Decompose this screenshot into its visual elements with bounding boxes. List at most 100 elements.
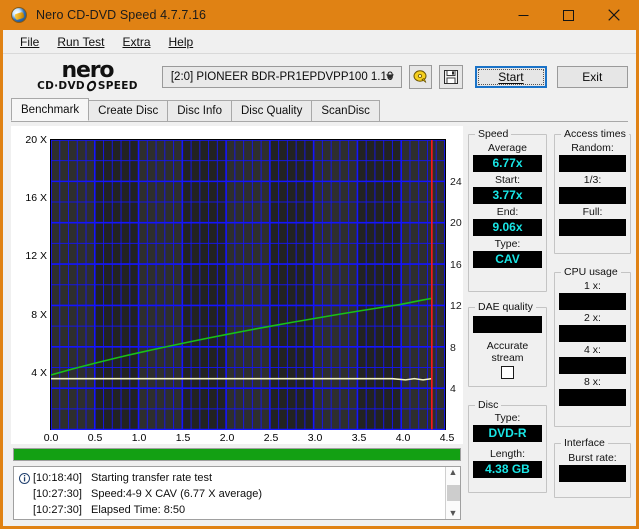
app-window: Nero CD-DVD Speed 4.7.7.16 File Run Test… xyxy=(0,0,639,529)
disc-eject-icon[interactable] xyxy=(408,64,433,89)
interface-group-legend: Interface xyxy=(561,437,608,449)
maximize-button[interactable] xyxy=(546,0,591,30)
close-button[interactable] xyxy=(591,0,636,30)
interface-group: Interface Burst rate: xyxy=(554,437,631,498)
scrollbar-thumb[interactable] xyxy=(446,485,460,501)
log-message: Elapsed Time: 8:50 xyxy=(91,504,186,516)
chart-x-tick: 1.0 xyxy=(131,432,147,444)
chart-x-tick: 4.5 xyxy=(439,432,455,444)
tab-scandisc[interactable]: ScanDisc xyxy=(311,100,380,121)
disc-type-label: Type: xyxy=(494,412,521,424)
tab-disc-info[interactable]: Disc Info xyxy=(167,100,232,121)
cpu-1x-label: 1 x: xyxy=(584,280,601,292)
chart-y-tick: 12 X xyxy=(25,250,47,263)
accurate-stream-label-2: stream xyxy=(491,352,524,364)
speed-group-legend: Speed xyxy=(475,128,512,140)
menu-run-test[interactable]: Run Test xyxy=(48,32,113,52)
progress-bar-fill xyxy=(14,449,460,460)
cpu-2x-label: 2 x: xyxy=(584,312,601,324)
start-button-label: Start xyxy=(498,69,524,84)
log-row-spacer xyxy=(18,504,31,517)
chart-y2-tick: 8 xyxy=(450,341,456,354)
window-title: Nero CD-DVD Speed 4.7.7.16 xyxy=(36,8,207,22)
dae-quality-value xyxy=(473,316,542,333)
menu-extra[interactable]: Extra xyxy=(113,32,159,52)
transfer-rate-chart: 20 X 16 X 12 X 8 X 4 X 24 20 16 12 8 4 0.0 0.5 1.0 1… xyxy=(11,126,463,444)
chart-x-tick: 0.0 xyxy=(43,432,59,444)
logo-subtitle: CD·DVD SPEED xyxy=(37,79,138,93)
log-message: Speed:4-9 X CAV (6.77 X average) xyxy=(91,488,263,500)
disc-length-value: 4.38 GB xyxy=(473,461,542,478)
exit-button[interactable]: Exit xyxy=(556,65,628,88)
access-full-value xyxy=(559,219,626,236)
menu-help[interactable]: Help xyxy=(160,32,203,52)
chart-series xyxy=(51,140,433,430)
toolbar: nero CD·DVD SPEED [2:0] PIONEER BDR-PR1E… xyxy=(3,54,636,99)
drive-select[interactable]: [2:0] PIONEER BDR-PR1EPDVPP100 1.10 xyxy=(161,65,402,88)
log-timestamp: [10:18:40] xyxy=(33,472,82,484)
disc-type-value: DVD-R xyxy=(473,425,542,442)
benchmark-panel: 20 X 16 X 12 X 8 X 4 X 24 20 16 12 8 4 0.0 0.5 1.0 1… xyxy=(3,126,636,523)
logo-disc-icon xyxy=(85,80,98,92)
access-third-label: 1/3: xyxy=(583,174,602,186)
access-random-label: Random: xyxy=(571,142,614,154)
cpu-1x-value xyxy=(559,293,626,310)
menu-help-label: Help xyxy=(168,34,194,49)
chart-y2-tick: 4 xyxy=(450,383,456,396)
access-times-group: Access times Random: 1/3: Full: xyxy=(554,128,631,254)
log-row: [10:27:30] Elapsed Time: 8:50 xyxy=(18,502,445,518)
chart-x-tick: 3.5 xyxy=(351,432,367,444)
menu-extra-label: Extra xyxy=(122,34,151,49)
tab-disc-quality[interactable]: Disc Quality xyxy=(231,100,313,121)
burst-rate-value xyxy=(559,465,626,482)
exit-button-label: Exit xyxy=(582,69,603,84)
speed-average-value: 6.77x xyxy=(473,155,542,172)
log-scrollbar[interactable]: ▲ ▼ xyxy=(445,467,460,519)
floppy-save-icon[interactable] xyxy=(439,64,464,89)
tab-disc-info-label: Disc Info xyxy=(177,105,222,117)
dae-group-legend: DAE quality xyxy=(475,301,536,313)
speed-start-label: Start: xyxy=(494,174,521,186)
chart-y2-tick: 20 xyxy=(450,217,462,230)
access-group-legend: Access times xyxy=(561,128,629,140)
results-sidebar: Speed Average 6.77x Start: 3.77x End: 9.… xyxy=(465,125,636,521)
cpu-4x-value xyxy=(559,357,626,374)
scroll-down-arrow-icon[interactable]: ▼ xyxy=(449,509,458,518)
tab-create-disc[interactable]: Create Disc xyxy=(88,100,169,121)
scroll-up-arrow-icon[interactable]: ▲ xyxy=(449,468,458,477)
speed-start-value: 3.77x xyxy=(473,187,542,204)
window-controls xyxy=(501,0,636,30)
speed-type-value: CAV xyxy=(473,251,542,268)
accurate-stream-checkbox[interactable] xyxy=(501,366,514,379)
title-bar: Nero CD-DVD Speed 4.7.7.16 xyxy=(3,0,636,30)
disc-group-legend: Disc xyxy=(475,399,502,411)
tab-disc-quality-label: Disc Quality xyxy=(241,105,303,117)
cpu-8x-label: 8 x: xyxy=(584,376,601,388)
nero-disc-icon xyxy=(11,7,27,23)
log-row-spacer xyxy=(18,488,31,501)
chart-x-tick: 0.5 xyxy=(87,432,103,444)
log-row: [10:27:30] Speed:4-9 X CAV (6.77 X averag… xyxy=(18,486,445,502)
log-timestamp: [10:27:30] xyxy=(33,504,82,516)
cpu-8x-value xyxy=(559,389,626,406)
speed-end-value: 9.06x xyxy=(473,219,542,236)
start-button[interactable]: Start xyxy=(475,65,547,88)
chart-x-tick: 4.0 xyxy=(395,432,411,444)
tab-benchmark-label: Benchmark xyxy=(21,103,80,116)
speed-group: Speed Average 6.77x Start: 3.77x End: 9.… xyxy=(468,128,547,292)
tab-create-disc-label: Create Disc xyxy=(98,105,159,117)
log-list[interactable]: [10:18:40] Starting transfer rate test [10… xyxy=(14,467,445,519)
logo-sub-right: SPEED xyxy=(97,79,138,93)
chart-y-tick: 8 X xyxy=(31,308,47,321)
cpu-usage-group: CPU usage 1 x: 2 x: 4 x: 8 x: xyxy=(554,266,631,427)
chart-y-tick: 20 X xyxy=(25,134,47,146)
menu-bar: File Run Test Extra Help xyxy=(3,30,636,54)
tab-benchmark[interactable]: Benchmark xyxy=(11,98,90,121)
disc-group: Disc Type: DVD-R Length: 4.38 GB xyxy=(468,399,547,493)
progress-bar xyxy=(13,448,461,461)
minimize-button[interactable] xyxy=(501,0,546,30)
chart-x-tick: 1.5 xyxy=(175,432,191,444)
menu-file[interactable]: File xyxy=(11,32,48,52)
info-icon xyxy=(18,472,31,485)
accurate-stream-label-1: Accurate xyxy=(486,340,529,352)
